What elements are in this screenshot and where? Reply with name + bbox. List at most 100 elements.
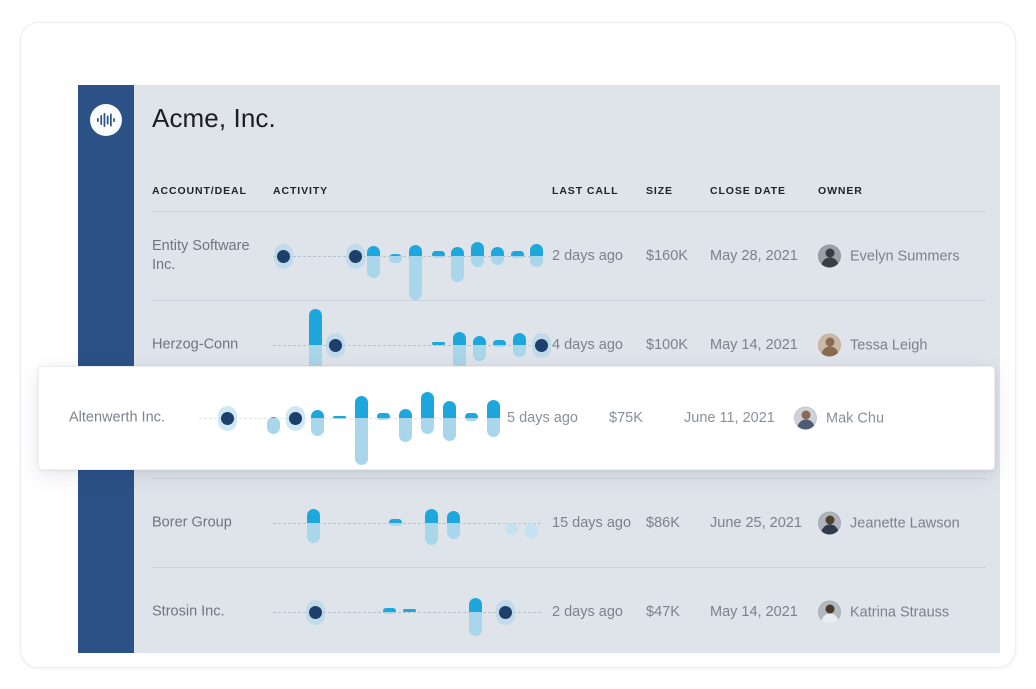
- cell-activity-sparkline: [273, 212, 543, 300]
- page-title: Acme, Inc.: [152, 103, 276, 133]
- sparkline-pill: [469, 598, 482, 636]
- sparkline-pill: [451, 247, 464, 282]
- cell-account: Borer Group: [152, 514, 232, 531]
- sparkline-pill-negative: [487, 418, 500, 437]
- sparkline-pill: [505, 523, 518, 535]
- cell-account: Herzog-Conn: [152, 336, 239, 353]
- table-row[interactable]: Borer Group 15 days ago $86K June 25, 20…: [152, 479, 986, 568]
- sparkline-pill: [432, 342, 445, 345]
- avatar: [794, 406, 817, 430]
- sparkline-pill: [487, 400, 500, 437]
- sparkline-dot: [277, 249, 290, 263]
- sparkline-pill-negative: [451, 256, 464, 282]
- column-header-activity[interactable]: ACTIVITY: [273, 185, 328, 197]
- sparkline-pill: [511, 251, 524, 258]
- sparkline-pill: [471, 242, 484, 267]
- avatar: [818, 511, 841, 535]
- sparkline-pill-negative: [307, 523, 320, 543]
- sparkline-pill-negative: [493, 345, 506, 347]
- sparkline-pill: [403, 609, 416, 612]
- sparkline-pill-negative: [491, 256, 504, 265]
- sparkline-pill-positive: [421, 392, 434, 418]
- column-header-size[interactable]: SIZE: [646, 185, 673, 197]
- highlighted-row-card[interactable]: Altenwerth Inc. 5 days ago $75K June 11,…: [38, 366, 995, 470]
- sparkline-pill: [389, 519, 402, 526]
- sparkline-pill-negative: [355, 418, 368, 465]
- cell-close-date: June 11, 2021: [684, 410, 775, 426]
- sparkline-pill-negative: [421, 418, 434, 434]
- cell-owner: Katrina Strauss: [818, 600, 950, 624]
- cell-account: Strosin Inc.: [152, 603, 225, 620]
- sparkline-pill-negative: [383, 612, 396, 614]
- sparkline-pill-positive: [432, 342, 445, 345]
- sparkline-pill-negative: [377, 418, 390, 420]
- sparkline-dot: [221, 411, 234, 425]
- sparkline-pill-positive: [487, 400, 500, 418]
- sparkline-pill: [530, 244, 543, 267]
- avatar: [818, 244, 841, 268]
- sparkline-pill-negative: [409, 256, 422, 300]
- sparkline-pill-positive: [491, 247, 504, 256]
- table-header-row: ACCOUNT/DEAL ACTIVITY LAST CALL SIZE CLO…: [152, 183, 986, 212]
- sparkline-pill: [377, 413, 390, 420]
- sparkline-dot: [289, 411, 302, 425]
- sparkline-pill-positive: [451, 247, 464, 256]
- sparkline-pill: [367, 246, 380, 278]
- sparkline-pill-negative: [267, 418, 280, 434]
- cell-activity-sparkline: [273, 568, 541, 653]
- sparkline-pill: [491, 247, 504, 265]
- sparkline-dot: [329, 338, 342, 352]
- sparkline-pill-negative: [471, 256, 484, 267]
- sparkline-pill-negative: [389, 523, 402, 526]
- cell-account: Altenwerth Inc.: [69, 409, 165, 426]
- column-header-account[interactable]: ACCOUNT/DEAL: [152, 185, 247, 197]
- cell-owner: Jeanette Lawson: [818, 511, 960, 535]
- sparkline-pill: [513, 333, 526, 357]
- sparkline-pill-negative: [511, 256, 524, 258]
- sparkline-pill: [307, 509, 320, 543]
- owner-name: Tessa Leigh: [850, 337, 928, 353]
- column-header-close-date[interactable]: CLOSE DATE: [710, 185, 786, 197]
- cell-close-date: May 14, 2021: [710, 604, 798, 620]
- sparkline-pill-positive: [403, 609, 416, 612]
- owner-name: Jeanette Lawson: [850, 515, 960, 531]
- sparkline-pill: [493, 340, 506, 347]
- highlighted-row-content: Altenwerth Inc. 5 days ago $75K June 11,…: [39, 367, 994, 469]
- sparkline-pill-positive: [307, 509, 320, 523]
- cell-last-call: 15 days ago: [552, 515, 632, 531]
- sparkline-pill-negative: [473, 345, 486, 361]
- column-header-owner[interactable]: OWNER: [818, 185, 863, 197]
- app-logo[interactable]: [90, 104, 122, 136]
- sparkline-pill-positive: [409, 245, 422, 256]
- cell-size: $100K: [646, 337, 688, 353]
- sparkline-pill-negative: [432, 256, 445, 258]
- app-window: Acme, Inc. ACCOUNT/DEAL ACTIVITY LAST CA…: [20, 22, 1016, 668]
- sparkline-dot: [349, 249, 362, 263]
- cell-close-date: May 28, 2021: [710, 248, 798, 264]
- sparkline-pill-positive: [447, 511, 460, 523]
- sparkline-pill: [409, 245, 422, 300]
- sparkline-pill-negative: [367, 256, 380, 278]
- sparkline-pill: [453, 332, 466, 370]
- cell-size: $47K: [646, 604, 680, 620]
- cell-last-call: 2 days ago: [552, 604, 623, 620]
- sparkline-pill-positive: [367, 246, 380, 256]
- sparkline-pill: [432, 251, 445, 258]
- column-header-last-call[interactable]: LAST CALL: [552, 185, 618, 197]
- table-row[interactable]: Strosin Inc. 2 days ago $47K May 14, 202…: [152, 568, 986, 653]
- table-row[interactable]: Entity Software Inc. 2 days ago $160K Ma…: [152, 212, 986, 301]
- avatar: [818, 600, 841, 624]
- cell-last-call: 4 days ago: [552, 337, 623, 353]
- sparkline-pill: [473, 336, 486, 361]
- sparkline-pill: [267, 417, 280, 434]
- cell-activity-sparkline: [199, 367, 500, 469]
- owner-name: Katrina Strauss: [850, 604, 950, 620]
- sparkline-pill-positive: [473, 336, 486, 345]
- cell-last-call: 5 days ago: [507, 410, 578, 426]
- sparkline-pill-negative: [311, 418, 324, 436]
- cell-account: Entity Software Inc.: [152, 238, 250, 273]
- sparkline-pill-negative: [469, 612, 482, 636]
- cell-owner: Evelyn Summers: [818, 244, 960, 268]
- cell-size: $75K: [609, 410, 643, 426]
- sparkline-pill-negative: [333, 418, 346, 419]
